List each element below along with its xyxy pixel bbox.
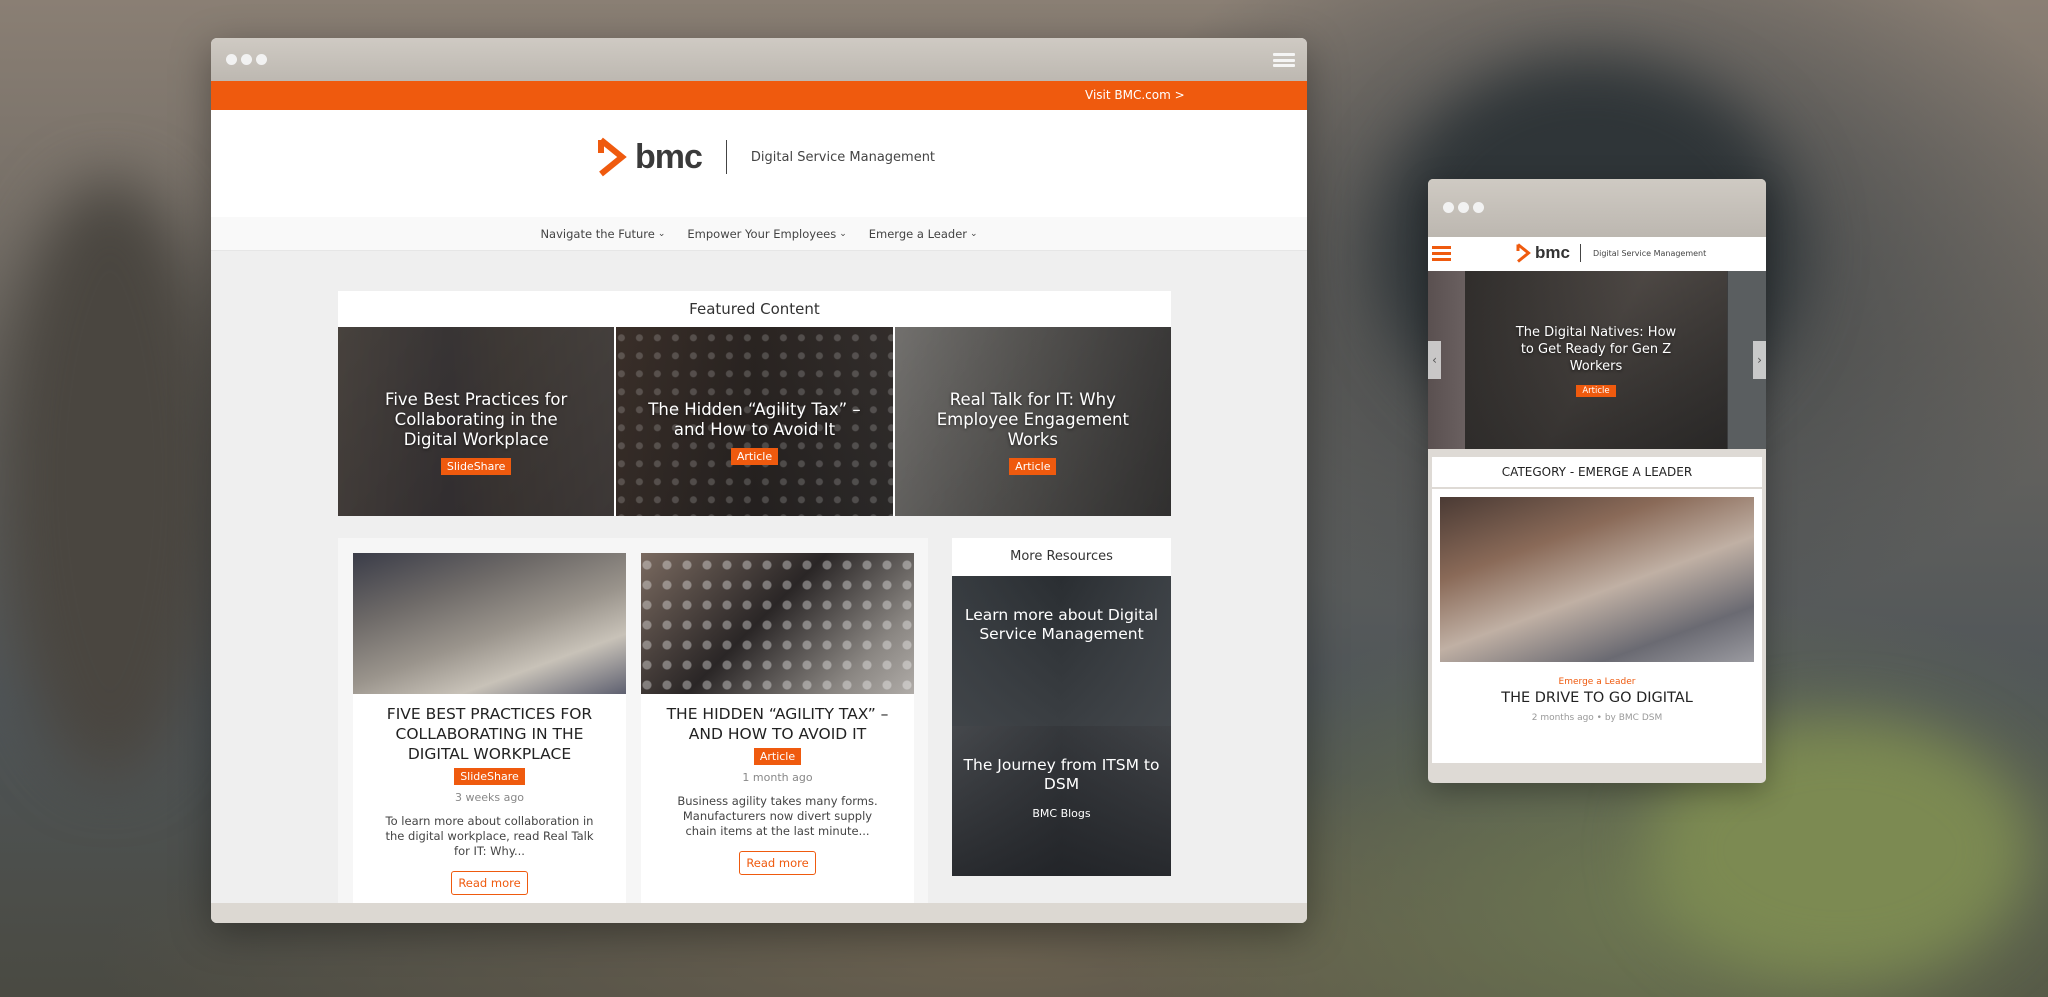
article-card-title[interactable]: Five Best Practices for Collaborating in…	[353, 704, 626, 764]
more-resources: More Resources Learn more about Digital …	[952, 538, 1171, 876]
nav-label: Emerge a Leader	[868, 226, 967, 241]
window-controls[interactable]	[226, 54, 267, 65]
read-more-button[interactable]: Read more	[451, 871, 528, 895]
featured-item-title: The Hidden “Agility Tax” – and How to Av…	[648, 400, 861, 439]
article-cards: Five Best Practices for Collaborating in…	[338, 538, 928, 923]
mobile-article-title[interactable]: THE DRIVE TO GO DIGITAL	[1440, 690, 1754, 706]
featured-item[interactable]: Real Talk for IT: Why Employee Engagemen…	[895, 327, 1171, 516]
logo-divider	[725, 140, 727, 174]
featured-item-badge: Article	[730, 448, 779, 465]
mobile-article-meta: 2 months ago • by BMC DSM	[1531, 713, 1663, 723]
nav-emerge-a-leader[interactable]: Emerge a Leader ⌄	[869, 227, 978, 241]
article-card-title[interactable]: The Hidden “Agility Tax” – and How to Av…	[641, 704, 914, 744]
background-blur	[0, 180, 220, 780]
window-controls[interactable]	[1443, 202, 1484, 213]
bmc-chevron-icon	[598, 137, 627, 177]
hamburger-menu-icon[interactable]	[1432, 246, 1451, 261]
carousel-next-icon[interactable]: ›	[1753, 341, 1766, 379]
article-card-badge: Article	[753, 748, 802, 765]
mobile-bmc-logo[interactable]: bmc Digital Service Management	[1516, 243, 1706, 263]
mobile-article-card[interactable]: Emerge a Leader THE DRIVE TO GO DIGITAL …	[1432, 489, 1762, 763]
window-dot[interactable]	[241, 54, 252, 65]
nav-navigate-the-future[interactable]: Navigate the Future ⌄	[540, 227, 665, 241]
carousel-slide-title: The Digital Natives: How to Get Ready fo…	[1515, 324, 1677, 374]
window-dot[interactable]	[226, 54, 237, 65]
article-card-excerpt: Business agility takes many forms. Manuf…	[677, 794, 878, 838]
article-card-image[interactable]	[641, 553, 914, 694]
featured-item-badge: Article	[1009, 458, 1057, 475]
bmc-chevron-icon	[1516, 243, 1531, 263]
window-dot[interactable]	[1443, 202, 1454, 213]
featured-item[interactable]: The Hidden “Agility Tax” – and How to Av…	[616, 327, 892, 516]
visit-bmc-link[interactable]: Visit BMC.com >	[1085, 88, 1185, 102]
chevron-down-icon: ⌄	[970, 228, 978, 239]
featured-item[interactable]: Five Best Practices for Collaborating in…	[338, 327, 614, 516]
article-card-date: 3 weeks ago	[454, 791, 525, 804]
mobile-header: bmc Digital Service Management	[1428, 237, 1766, 271]
featured-item-title: Five Best Practices for Collaborating in…	[385, 390, 568, 449]
carousel-slide[interactable]: The Digital Natives: How to Get Ready fo…	[1465, 271, 1727, 449]
chevron-down-icon: ⌄	[839, 228, 847, 239]
featured-item-title: Real Talk for IT: Why Employee Engagemen…	[936, 390, 1129, 449]
window-dot[interactable]	[1473, 202, 1484, 213]
resource-item[interactable]: Learn more about Digital Service Managem…	[952, 576, 1171, 726]
bmc-logo[interactable]: bmc Digital Service Management	[597, 137, 935, 177]
desktop-browser-window: Visit BMC.com > bmc Digital Service Mana…	[211, 38, 1307, 923]
resource-source: BMC Blogs	[1032, 807, 1091, 820]
nav-empower-your-employees[interactable]: Empower Your Employees ⌄	[687, 227, 846, 241]
mobile-article-category[interactable]: Emerge a Leader	[1440, 677, 1754, 687]
browser-chrome	[211, 38, 1307, 81]
menu-icon[interactable]	[1273, 53, 1295, 67]
mobile-browser-window: bmc Digital Service Management The Digit…	[1428, 179, 1766, 783]
mobile-browser-chrome	[1428, 179, 1766, 237]
article-card[interactable]: The Hidden “Agility Tax” – and How to Av…	[641, 553, 914, 923]
nav-label: Empower Your Employees	[687, 226, 837, 241]
article-card-badge: SlideShare	[454, 768, 525, 785]
resource-item[interactable]: The Journey from ITSM to DSM BMC Blogs	[952, 726, 1171, 876]
carousel-prev-icon[interactable]: ‹	[1428, 341, 1441, 379]
window-dot[interactable]	[256, 54, 267, 65]
logo-divider	[1579, 244, 1581, 262]
window-dot[interactable]	[1458, 202, 1469, 213]
nav-label: Navigate the Future	[540, 226, 655, 241]
featured-item-badge: SlideShare	[440, 458, 512, 475]
article-card-image[interactable]	[353, 553, 626, 694]
featured-title: Featured Content	[689, 300, 820, 318]
site-header: bmc Digital Service Management	[211, 110, 1307, 217]
mobile-article-image[interactable]	[1440, 497, 1754, 662]
mobile-logo-subtitle: Digital Service Management	[1592, 248, 1707, 258]
chevron-down-icon: ⌄	[657, 228, 666, 239]
resource-title: Learn more about Digital Service Managem…	[964, 606, 1159, 643]
article-card[interactable]: Five Best Practices for Collaborating in…	[353, 553, 626, 923]
carousel-slide-badge: Article	[1576, 384, 1616, 397]
resource-title: The Journey from ITSM to DSM	[963, 756, 1160, 793]
logo-text: bmc	[635, 137, 703, 176]
mobile-logo-text: bmc	[1535, 243, 1570, 262]
mobile-category-heading: CATEGORY - EMERGE A LEADER	[1432, 457, 1762, 487]
window-footer	[211, 903, 1307, 923]
read-more-button[interactable]: Read more	[739, 851, 816, 875]
article-card-date: 1 month ago	[742, 771, 813, 784]
article-card-excerpt: To learn more about collaboration in the…	[385, 814, 594, 858]
mobile-hero-carousel[interactable]: The Digital Natives: How to Get Ready fo…	[1428, 271, 1766, 449]
main-nav: Navigate the Future ⌄ Empower Your Employ…	[211, 217, 1307, 251]
top-bar: Visit BMC.com >	[211, 81, 1307, 110]
featured-content: Featured Content Five Best Practices for…	[338, 291, 1171, 516]
logo-subtitle: Digital Service Management	[750, 149, 936, 165]
more-resources-title: More Resources	[1010, 549, 1113, 564]
